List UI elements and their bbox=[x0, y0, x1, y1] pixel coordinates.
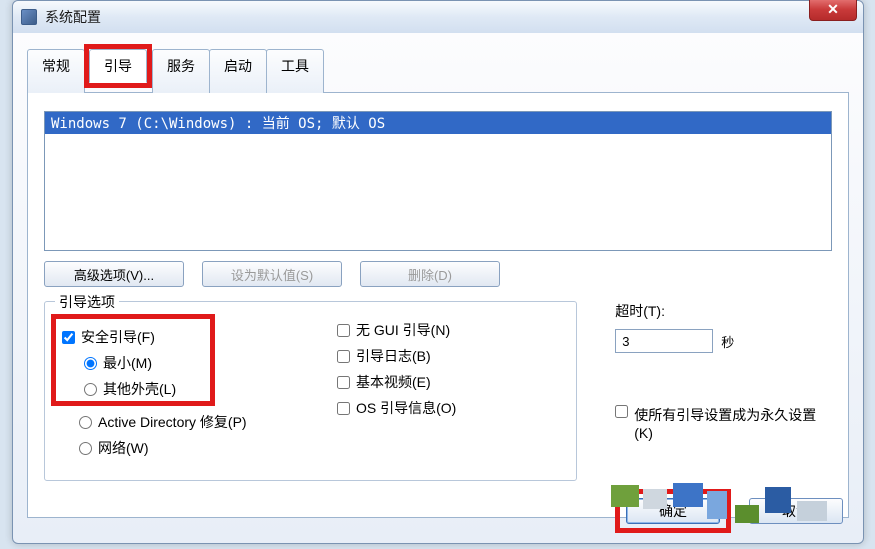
app-icon bbox=[21, 9, 37, 25]
bootlog-label: 引导日志(B) bbox=[356, 346, 431, 366]
radio-altshell-label: 其他外壳(L) bbox=[103, 379, 176, 399]
os-list-item[interactable]: Windows 7 (C:\Windows) : 当前 OS; 默认 OS bbox=[45, 112, 831, 134]
radio-minimal-row[interactable]: 最小(M) bbox=[84, 353, 204, 373]
window-title: 系统配置 bbox=[45, 7, 101, 27]
safe-boot-checkbox-row[interactable]: 安全引导(F) bbox=[62, 327, 204, 347]
basevideo-label: 基本视频(E) bbox=[356, 372, 431, 392]
os-listbox[interactable]: Windows 7 (C:\Windows) : 当前 OS; 默认 OS bbox=[44, 111, 832, 251]
radio-altshell-row[interactable]: 其他外壳(L) bbox=[84, 379, 204, 399]
radio-network-row[interactable]: 网络(W) bbox=[79, 438, 337, 458]
tab-strip: 常规 引导 服务 启动 工具 bbox=[27, 49, 849, 93]
highlight-safeboot: 安全引导(F) 最小(M) 其他外壳(L) bbox=[51, 314, 215, 406]
highlight-ok: 确定 bbox=[615, 489, 731, 533]
tab-services[interactable]: 服务 bbox=[152, 49, 210, 93]
radio-minimal-label: 最小(M) bbox=[103, 353, 152, 373]
radio-dsrepair-row[interactable]: Active Directory 修复(P) bbox=[79, 412, 337, 432]
tab-general[interactable]: 常规 bbox=[27, 49, 85, 93]
bootlog-row[interactable]: 引导日志(B) bbox=[337, 346, 564, 366]
basevideo-row[interactable]: 基本视频(E) bbox=[337, 372, 564, 392]
bootlog-checkbox[interactable] bbox=[337, 350, 350, 363]
tab-boot[interactable]: 引导 bbox=[89, 49, 147, 83]
tab-startup[interactable]: 启动 bbox=[209, 49, 267, 93]
timeout-input[interactable] bbox=[615, 329, 713, 353]
tab-tools[interactable]: 工具 bbox=[266, 49, 324, 93]
nogui-label: 无 GUI 引导(N) bbox=[356, 320, 450, 340]
client-area: 常规 引导 服务 启动 工具 Windows 7 (C:\Windows) : … bbox=[13, 33, 863, 543]
safe-boot-checkbox[interactable] bbox=[62, 331, 75, 344]
delete-button: 删除(D) bbox=[360, 261, 500, 287]
close-button[interactable]: ✕ bbox=[809, 0, 857, 21]
osinfo-checkbox[interactable] bbox=[337, 402, 350, 415]
permanent-checkbox[interactable] bbox=[615, 405, 628, 418]
boot-options-legend: 引导选项 bbox=[55, 292, 119, 312]
timeout-label: 超时(T): bbox=[615, 301, 832, 321]
radio-minimal[interactable] bbox=[84, 357, 97, 370]
permanent-label: 使所有引导设置成为永久设置(K) bbox=[634, 405, 832, 441]
radio-network[interactable] bbox=[79, 442, 92, 455]
msconfig-window: 系统配置 ✕ 常规 引导 服务 启动 工具 Windows 7 (C:\Wind… bbox=[12, 0, 864, 544]
dialog-button-row: 确定 取消 bbox=[615, 489, 843, 533]
advanced-options-button[interactable]: 高级选项(V)... bbox=[44, 261, 184, 287]
boot-tab-pane: Windows 7 (C:\Windows) : 当前 OS; 默认 OS 高级… bbox=[27, 92, 849, 518]
timeout-unit: 秒 bbox=[721, 332, 734, 351]
radio-network-label: 网络(W) bbox=[98, 438, 149, 458]
osinfo-row[interactable]: OS 引导信息(O) bbox=[337, 398, 564, 418]
highlight-boot-tab: 引导 bbox=[84, 44, 152, 88]
set-default-button: 设为默认值(S) bbox=[202, 261, 342, 287]
timeout-pane: 超时(T): 秒 使所有引导设置成为永久设置(K) bbox=[615, 301, 832, 481]
osinfo-label: OS 引导信息(O) bbox=[356, 398, 456, 418]
safe-boot-label: 安全引导(F) bbox=[81, 327, 155, 347]
radio-altshell[interactable] bbox=[84, 383, 97, 396]
radio-dsrepair-label: Active Directory 修复(P) bbox=[98, 412, 247, 432]
cancel-button[interactable]: 取消 bbox=[749, 498, 843, 524]
list-buttons-row: 高级选项(V)... 设为默认值(S) 删除(D) bbox=[44, 261, 832, 287]
basevideo-checkbox[interactable] bbox=[337, 376, 350, 389]
title-bar[interactable]: 系统配置 ✕ bbox=[13, 1, 863, 33]
permanent-row[interactable]: 使所有引导设置成为永久设置(K) bbox=[615, 405, 832, 441]
ok-button[interactable]: 确定 bbox=[626, 498, 720, 524]
nogui-checkbox[interactable] bbox=[337, 324, 350, 337]
nogui-row[interactable]: 无 GUI 引导(N) bbox=[337, 320, 564, 340]
radio-dsrepair[interactable] bbox=[79, 416, 92, 429]
boot-options-group: 引导选项 安全引导(F) 最小(M) bbox=[44, 301, 577, 481]
lower-section: 引导选项 安全引导(F) 最小(M) bbox=[44, 301, 832, 481]
